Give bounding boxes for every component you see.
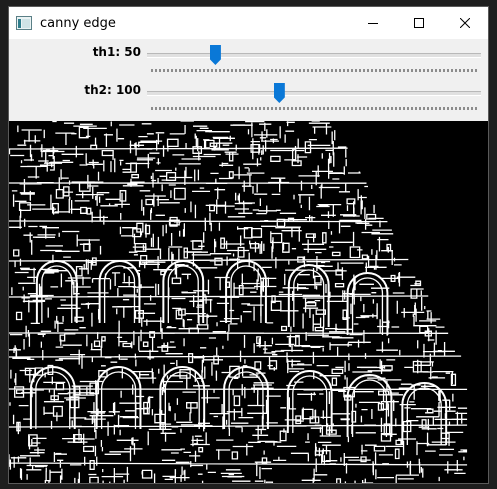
maximize-button[interactable]: [396, 7, 442, 39]
trackbar-th1: th1: 50: [9, 41, 488, 77]
edge-image: [9, 121, 488, 483]
close-button[interactable]: [442, 7, 488, 39]
trackbar-th2-label: th2: 100: [84, 83, 141, 97]
trackbar-th2-ticks: [151, 107, 477, 110]
maximize-icon: [414, 18, 424, 28]
window-title: canny edge: [40, 15, 116, 31]
trackbar-th1-label: th1: 50: [92, 45, 141, 59]
close-icon: [460, 18, 470, 28]
minimize-icon: [368, 23, 378, 24]
trackbar-th1-track[interactable]: [147, 53, 481, 58]
app-window-icon: [16, 16, 32, 30]
canny-edge-output: [9, 121, 468, 483]
arch-outline: [98, 260, 141, 323]
trackbar-panel: th1: 50 th2: 100: [9, 39, 488, 121]
trackbar-th2-track[interactable]: [147, 91, 481, 96]
arch-outline: [286, 370, 333, 433]
canny-edge-window: canny edge th1: 50 th2: 100: [8, 6, 489, 484]
arch-inner-outline: [230, 265, 262, 323]
title-bar[interactable]: canny edge: [9, 7, 488, 39]
trackbar-th2: th2: 100: [9, 79, 488, 115]
arch-inner-outline: [292, 375, 328, 433]
trackbar-th1-ticks: [151, 69, 477, 72]
trackbar-th2-thumb[interactable]: [273, 83, 285, 103]
trackbar-th1-thumb[interactable]: [209, 45, 221, 65]
arch-inner-outline: [41, 265, 73, 323]
arch-outline: [225, 260, 267, 323]
arch-outline: [223, 366, 269, 429]
arch-inner-outline: [164, 371, 200, 429]
minimize-button[interactable]: [350, 7, 396, 39]
